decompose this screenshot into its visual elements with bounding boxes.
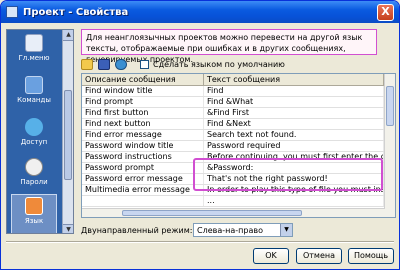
table-row[interactable]: Find window title Find [82, 86, 395, 97]
column-header-description[interactable]: Описание сообщения [82, 74, 204, 85]
sidebar-item-label: Гл.меню [18, 54, 50, 62]
table-row[interactable]: Password instructions Before continuing, … [82, 152, 395, 163]
toolbar: Сделать языком по умолчанию [81, 57, 396, 71]
sidebar-item-label: Язык [24, 217, 44, 225]
window-title: Проект - Свойства [23, 6, 129, 18]
bidi-mode-row: Двунаправленный режим: Слева-на-право ▼ [81, 223, 293, 237]
cell-text[interactable]: Password required [204, 141, 384, 151]
cell-text[interactable]: Search text not found. [204, 130, 384, 140]
cell-text[interactable]: Find &What [204, 97, 384, 107]
cell-text[interactable]: ... [204, 196, 384, 206]
cell-description: Password instructions [82, 152, 204, 162]
bidi-mode-label: Двунаправленный режим: [81, 225, 193, 235]
cell-text[interactable]: &Find First [204, 108, 384, 118]
table-row[interactable]: Password window title Password required [82, 141, 395, 152]
passwords-icon [25, 158, 43, 176]
cell-description [82, 196, 204, 206]
column-header-text[interactable]: Текст сообщения [204, 74, 384, 85]
ok-button[interactable]: OK [253, 248, 289, 264]
properties-window: Проект - Свойства X Гл.меню Команды Дост… [0, 0, 400, 270]
app-icon [6, 6, 18, 18]
table-row[interactable]: Find next button Find &Next [82, 119, 395, 130]
info-text-box: Для неанглоязычных проектов можно переве… [81, 29, 377, 64]
category-sidebar: Гл.меню Команды Доступ Пароли Язык ▲ ▼ [6, 29, 74, 234]
sidebar-item-access[interactable]: Доступ [11, 116, 57, 158]
table-row[interactable]: Find prompt Find &What [82, 97, 395, 108]
sidebar-item-label: Команды [17, 96, 51, 104]
commands-icon [25, 76, 43, 94]
table-horizontal-scrollbar[interactable] [82, 208, 385, 217]
sidebar-item-commands[interactable]: Команды [11, 74, 57, 116]
sidebar-item-main-menu[interactable]: Гл.меню [11, 32, 57, 74]
sidebar-item-label: Доступ [20, 138, 48, 146]
cancel-button[interactable]: Отмена [296, 248, 342, 264]
scroll-thumb[interactable] [122, 210, 302, 216]
sidebar-scrollbar[interactable]: ▲ ▼ [62, 30, 73, 233]
cell-text[interactable]: Find &Next [204, 119, 384, 129]
globe-icon[interactable] [115, 58, 127, 70]
table-header: Описание сообщения Текст сообщения [82, 74, 395, 86]
default-language-label: Сделать языком по умолчанию [153, 59, 285, 69]
default-language-checkbox[interactable] [140, 59, 149, 69]
bidi-mode-select[interactable]: Слева-на-право ▼ [193, 223, 293, 237]
divider [6, 241, 394, 243]
help-button[interactable]: Помощь [348, 248, 394, 264]
table-row[interactable]: Find error message Search text not found. [82, 130, 395, 141]
document-icon [25, 34, 43, 52]
cell-description: Password prompt [82, 163, 204, 173]
sidebar-item-language[interactable]: Язык [11, 194, 57, 233]
cell-description: Password window title [82, 141, 204, 151]
table-row[interactable]: Password prompt &Password: [82, 163, 395, 174]
bidi-mode-value: Слева-на-право [197, 225, 263, 235]
cell-text[interactable]: &Password: [204, 163, 384, 173]
table-vertical-scrollbar[interactable] [384, 74, 395, 217]
cell-description: Find next button [82, 119, 204, 129]
messages-table: Описание сообщения Текст сообщения Find … [81, 73, 396, 218]
cell-text[interactable]: That's not the right password! [204, 174, 384, 184]
access-icon [25, 118, 43, 136]
scroll-thumb[interactable] [64, 90, 72, 180]
table-row[interactable]: Find first button &Find First [82, 108, 395, 119]
cell-description: Find error message [82, 130, 204, 140]
chevron-down-icon[interactable]: ▼ [280, 224, 292, 236]
sidebar-item-passwords[interactable]: Пароли [11, 156, 57, 198]
table-row[interactable]: Password error message That's not the rig… [82, 174, 395, 185]
cell-description: Find first button [82, 108, 204, 118]
cell-text[interactable]: Find [204, 86, 384, 96]
cell-text[interactable]: Before continuing, you must first enter … [204, 152, 384, 162]
cell-text[interactable]: In order to play this type of file you m… [204, 185, 384, 195]
scroll-thumb[interactable] [386, 86, 394, 126]
title-bar[interactable]: Проект - Свойства X [1, 1, 399, 23]
cell-description: Password error message [82, 174, 204, 184]
table-row[interactable]: ... [82, 196, 395, 207]
save-icon[interactable] [98, 58, 110, 70]
cell-description: Multimedia error message [82, 185, 204, 195]
sidebar-item-label: Пароли [20, 178, 48, 186]
language-icon [25, 197, 43, 215]
cell-description: Find window title [82, 86, 204, 96]
table-row[interactable]: Multimedia error message In order to play… [82, 185, 395, 196]
open-folder-icon[interactable] [81, 58, 93, 70]
cell-description: Find prompt [82, 97, 204, 107]
close-button[interactable]: X [377, 4, 394, 21]
scroll-down-icon[interactable]: ▼ [63, 224, 73, 233]
scroll-up-icon[interactable]: ▲ [63, 30, 73, 41]
